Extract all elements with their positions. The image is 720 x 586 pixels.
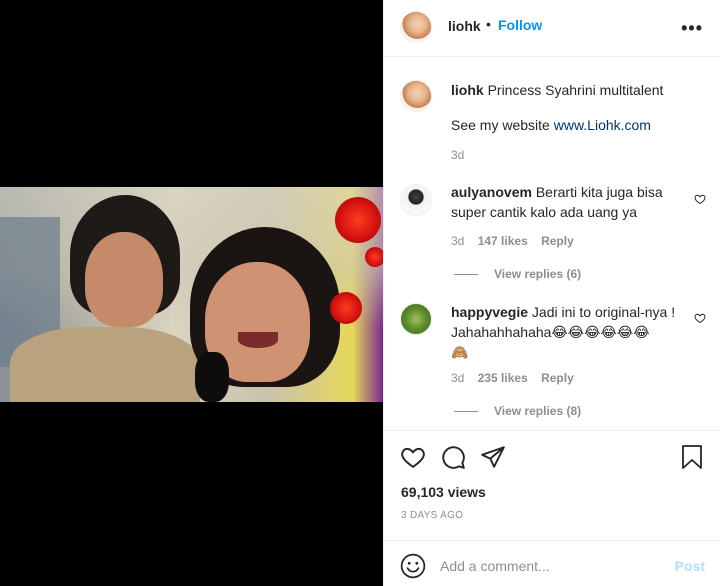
views-count[interactable]: 69,103 views bbox=[401, 484, 486, 500]
person-left-face bbox=[85, 232, 163, 327]
caption-username[interactable]: liohk bbox=[451, 82, 484, 98]
comment-username[interactable]: aulyanovem bbox=[451, 184, 532, 200]
website-link[interactable]: www.Liohk.com bbox=[554, 117, 651, 133]
comment-age[interactable]: 3d bbox=[451, 371, 464, 385]
header-username[interactable]: liohk bbox=[448, 18, 481, 34]
flower-decoration bbox=[330, 292, 362, 324]
avatar[interactable] bbox=[400, 11, 432, 43]
comment-text: Berarti kita juga bisa bbox=[535, 184, 663, 200]
post-side-panel: liohk • Follow ••• liohk Princess Syahri… bbox=[383, 0, 720, 586]
post-date[interactable]: 3 DAYS AGO bbox=[401, 510, 463, 521]
comment-input[interactable]: Add a comment... bbox=[440, 558, 550, 574]
comment-box: Add a comment... Post bbox=[384, 540, 720, 586]
more-icon[interactable]: ••• bbox=[681, 18, 703, 39]
comment-like-icon[interactable] bbox=[694, 312, 706, 324]
comment-icon[interactable] bbox=[440, 444, 466, 470]
comment-likes[interactable]: 147 likes bbox=[478, 234, 528, 248]
divider bbox=[454, 274, 478, 276]
comment-text-continued: Jahahahhahaha😂😂😂😂😂😂 bbox=[451, 324, 650, 340]
comment-text: Jadi ini to original-nya ! bbox=[531, 304, 676, 320]
emoji-icon[interactable] bbox=[400, 553, 426, 579]
person-left-body bbox=[10, 327, 200, 402]
heart-icon[interactable] bbox=[400, 444, 426, 470]
comment-username[interactable]: happyvegie bbox=[451, 304, 528, 320]
follow-button[interactable]: Follow bbox=[498, 17, 542, 33]
comment-like-icon[interactable] bbox=[694, 193, 706, 205]
reply-button[interactable]: Reply bbox=[541, 371, 574, 385]
comment-age[interactable]: 3d bbox=[451, 234, 464, 248]
caption-line2: See my website bbox=[451, 117, 554, 133]
post-button[interactable]: Post bbox=[675, 558, 705, 574]
comment-likes[interactable]: 235 likes bbox=[478, 371, 528, 385]
view-replies-label: View replies (6) bbox=[494, 267, 582, 281]
avatar[interactable] bbox=[400, 303, 432, 335]
comment-emoji: 🙈 bbox=[451, 344, 469, 360]
caption-age[interactable]: 3d bbox=[451, 148, 464, 162]
view-replies-button[interactable]: View replies (6) bbox=[454, 267, 581, 281]
video-frame[interactable] bbox=[0, 187, 383, 402]
caption-text: Princess Syahrini multitalent bbox=[487, 82, 664, 98]
comment-text-continued: super cantik kalo ada uang ya bbox=[451, 204, 638, 220]
avatar[interactable] bbox=[400, 184, 432, 216]
flower-decoration bbox=[365, 247, 383, 267]
view-replies-label: View replies (8) bbox=[494, 404, 582, 418]
reply-button[interactable]: Reply bbox=[541, 234, 574, 248]
divider bbox=[454, 411, 478, 413]
person-right-mouth bbox=[238, 332, 278, 348]
paper-plane-icon[interactable] bbox=[480, 444, 506, 470]
avatar[interactable] bbox=[400, 80, 432, 112]
flower-decoration bbox=[335, 197, 381, 243]
microphone bbox=[195, 352, 229, 402]
view-replies-button[interactable]: View replies (8) bbox=[454, 404, 581, 418]
video-pane[interactable] bbox=[0, 0, 383, 586]
post-header: liohk • Follow ••• bbox=[384, 0, 720, 57]
bookmark-icon[interactable] bbox=[680, 444, 704, 470]
separator-dot: • bbox=[486, 16, 491, 32]
